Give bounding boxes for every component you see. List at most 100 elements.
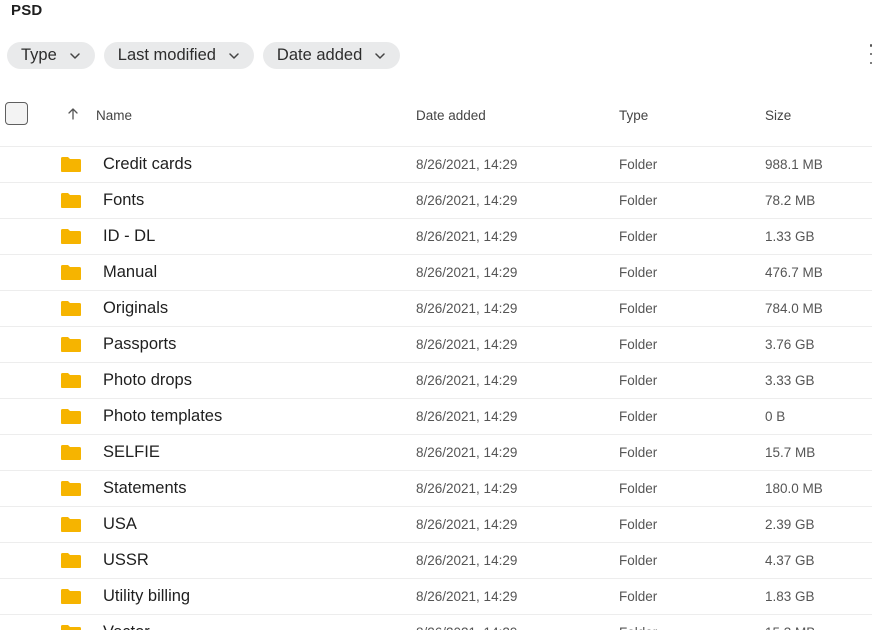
table-row[interactable]: SELFIE 8/26/2021, 14:29 Folder 15.7 MB xyxy=(0,434,872,470)
table-row[interactable]: Manual 8/26/2021, 14:29 Folder 476.7 MB xyxy=(0,254,872,290)
type-cell: Folder xyxy=(619,409,658,424)
folder-icon xyxy=(60,192,82,209)
type-cell: Folder xyxy=(619,553,658,568)
folder-icon xyxy=(60,156,82,173)
table-row[interactable]: Photo templates 8/26/2021, 14:29 Folder 0 B xyxy=(0,398,872,434)
file-name: SELFIE xyxy=(103,443,160,461)
date-added-cell: 8/26/2021, 14:29 xyxy=(416,481,518,496)
size-cell: 988.1 MB xyxy=(765,157,823,172)
filter-last-modified-label: Last modified xyxy=(117,46,216,64)
size-cell: 3.33 GB xyxy=(765,373,815,388)
file-name: ID - DL xyxy=(103,227,156,245)
date-added-cell: 8/26/2021, 14:29 xyxy=(416,625,517,630)
size-cell: 4.37 GB xyxy=(765,553,815,568)
date-added-cell: 8/26/2021, 14:29 xyxy=(416,157,518,172)
file-name: Manual xyxy=(103,263,158,281)
table-row[interactable]: USA 8/26/2021, 14:29 Folder 2.39 GB xyxy=(0,506,872,542)
table-row[interactable]: Utility billing 8/26/2021, 14:29 Folder 1.8… xyxy=(0,578,872,614)
folder-icon xyxy=(60,228,82,245)
chevron-down-icon xyxy=(228,50,240,62)
filter-date-added-chip[interactable]: Date added xyxy=(262,42,401,69)
file-name: USSR xyxy=(103,551,149,569)
date-added-cell: 8/26/2021, 14:29 xyxy=(416,301,518,316)
file-name: Photo templates xyxy=(103,407,223,425)
type-cell: Folder xyxy=(619,445,658,460)
size-cell: 476.7 MB xyxy=(765,265,823,280)
file-browser-page: PSD Type Last modified Date added Name D… xyxy=(0,0,872,630)
column-header-date-added[interactable]: Date added xyxy=(416,108,486,123)
table-row[interactable]: Fonts 8/26/2021, 14:29 Folder 78.2 MB xyxy=(0,182,872,218)
size-cell: 180.0 MB xyxy=(765,481,823,496)
type-cell: Folder xyxy=(619,301,658,316)
type-cell: Folder xyxy=(619,625,657,630)
filter-bar: Type Last modified Date added xyxy=(7,42,401,69)
table-header: Name Date added Type Size xyxy=(0,97,872,145)
size-cell: 15.7 MB xyxy=(765,445,816,460)
size-cell: 15.3 MB xyxy=(765,625,815,630)
size-cell: 3.76 GB xyxy=(765,337,815,352)
date-added-cell: 8/26/2021, 14:29 xyxy=(416,337,518,352)
filter-type-chip[interactable]: Type xyxy=(7,42,95,69)
file-name: Credit cards xyxy=(103,155,192,173)
type-cell: Folder xyxy=(619,229,658,244)
table-row[interactable]: ID - DL 8/26/2021, 14:29 Folder 1.33 GB xyxy=(0,218,872,254)
table-row[interactable]: Originals 8/26/2021, 14:29 Folder 784.0 MB xyxy=(0,290,872,326)
size-cell: 78.2 MB xyxy=(765,193,816,208)
folder-icon xyxy=(60,624,82,630)
type-cell: Folder xyxy=(619,337,658,352)
size-cell: 1.33 GB xyxy=(765,229,815,244)
folder-icon xyxy=(60,480,82,497)
date-added-cell: 8/26/2021, 14:29 xyxy=(416,445,518,460)
date-added-cell: 8/26/2021, 14:29 xyxy=(416,193,518,208)
size-cell: 2.39 GB xyxy=(765,517,815,532)
file-name: Originals xyxy=(103,299,169,317)
file-name: USA xyxy=(103,515,137,533)
type-cell: Folder xyxy=(619,157,658,172)
table-row[interactable]: Vector 8/26/2021, 14:29 Folder 15.3 MB xyxy=(0,614,872,630)
date-added-cell: 8/26/2021, 14:29 xyxy=(416,265,518,280)
date-added-cell: 8/26/2021, 14:29 xyxy=(416,553,518,568)
sort-ascending-icon[interactable] xyxy=(66,107,80,121)
table-row[interactable]: Statements 8/26/2021, 14:29 Folder 180.0 MB xyxy=(0,470,872,506)
date-added-cell: 8/26/2021, 14:29 xyxy=(416,373,518,388)
column-header-name[interactable]: Name xyxy=(96,108,132,123)
more-options-icon[interactable] xyxy=(868,44,872,64)
select-all-checkbox[interactable] xyxy=(5,102,28,125)
date-added-cell: 8/26/2021, 14:29 xyxy=(416,589,518,604)
table-row[interactable]: Photo drops 8/26/2021, 14:29 Folder 3.33 GB xyxy=(0,362,872,398)
folder-icon xyxy=(60,336,82,353)
folder-icon xyxy=(60,300,82,317)
chevron-down-icon xyxy=(69,50,81,62)
size-cell: 0 B xyxy=(765,409,786,424)
file-name: Statements xyxy=(103,479,187,497)
folder-icon xyxy=(60,588,82,605)
column-header-size[interactable]: Size xyxy=(765,108,791,123)
folder-icon xyxy=(60,372,82,389)
type-cell: Folder xyxy=(619,589,658,604)
type-cell: Folder xyxy=(619,265,658,280)
table-row[interactable]: USSR 8/26/2021, 14:29 Folder 4.37 GB xyxy=(0,542,872,578)
file-name: Utility billing xyxy=(103,587,191,605)
folder-icon xyxy=(60,552,82,569)
type-cell: Folder xyxy=(619,193,658,208)
size-cell: 1.83 GB xyxy=(765,589,815,604)
filter-type-label: Type xyxy=(21,46,57,64)
folder-icon xyxy=(60,516,82,533)
folder-icon xyxy=(60,264,82,281)
file-name: Fonts xyxy=(103,191,145,209)
filter-last-modified-chip[interactable]: Last modified xyxy=(103,42,254,69)
type-cell: Folder xyxy=(619,481,658,496)
type-cell: Folder xyxy=(619,373,658,388)
table-row[interactable]: Credit cards 8/26/2021, 14:29 Folder 988.1 … xyxy=(0,146,872,182)
folder-icon xyxy=(60,444,82,461)
file-name: Vector xyxy=(103,623,150,630)
date-added-cell: 8/26/2021, 14:29 xyxy=(416,229,518,244)
page-title: PSD xyxy=(11,2,43,19)
date-added-cell: 8/26/2021, 14:29 xyxy=(416,517,518,532)
chevron-down-icon xyxy=(374,50,386,62)
column-header-type[interactable]: Type xyxy=(619,108,648,123)
date-added-cell: 8/26/2021, 14:29 xyxy=(416,409,518,424)
table-row[interactable]: Passports 8/26/2021, 14:29 Folder 3.76 GB xyxy=(0,326,872,362)
size-cell: 784.0 MB xyxy=(765,301,823,316)
file-list: Credit cards 8/26/2021, 14:29 Folder 988.1 … xyxy=(0,146,872,630)
